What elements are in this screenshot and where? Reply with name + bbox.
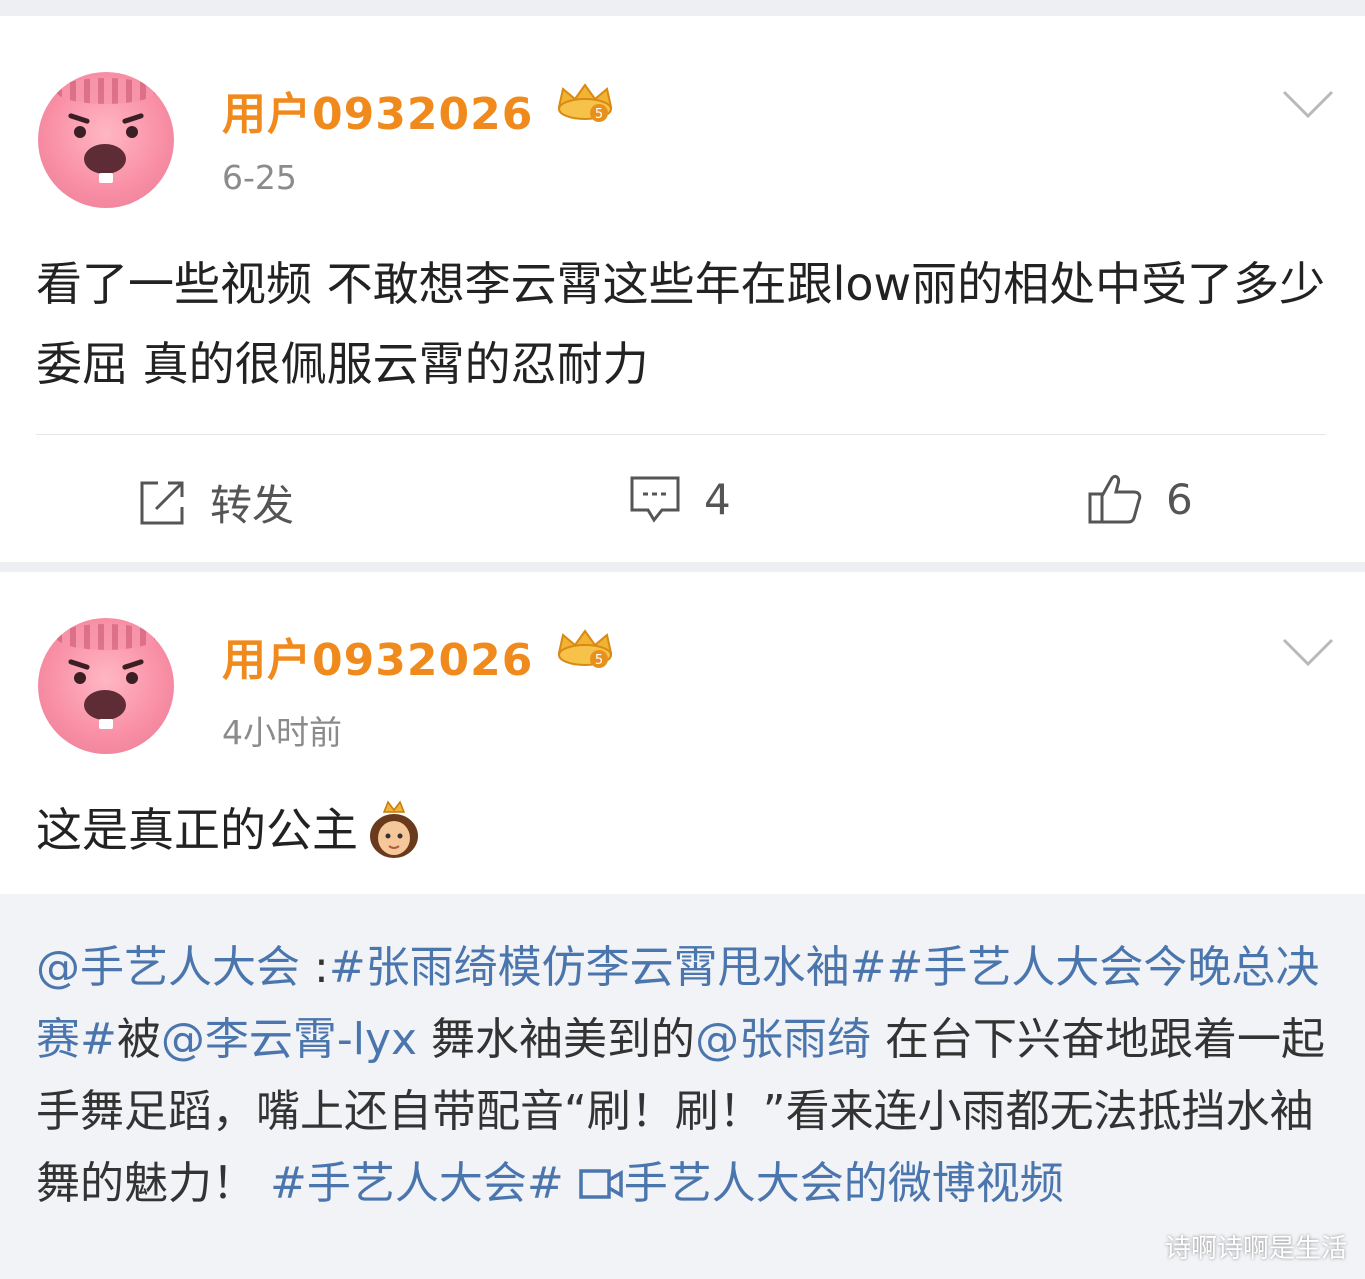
post-text: 看了一些视频 不敢想李云霄这些年在跟low丽的相处中受了多少委屈 真的很佩服云霄…	[36, 257, 1326, 391]
post-card: 用户0932026 5 6-25 看了一些视频 不敢想李云霄这些年在跟low丽的…	[0, 16, 1365, 562]
username[interactable]: 用户0932026	[222, 624, 533, 688]
like-count: 6	[1166, 474, 1193, 524]
crown-badge-icon[interactable]: 5	[553, 79, 617, 125]
divider	[36, 434, 1326, 435]
like-button[interactable]: 6	[1086, 470, 1193, 528]
hashtag-link[interactable]: #张雨绮模仿李云霄甩水袖#	[329, 942, 887, 993]
comment-count: 4	[704, 474, 731, 524]
avatar[interactable]	[38, 618, 174, 754]
post-text: 这是真正的公主	[36, 803, 358, 857]
thumbs-up-icon	[1088, 474, 1142, 524]
username[interactable]: 用户0932026	[222, 78, 533, 142]
repost-label: 转发	[210, 481, 295, 530]
repost-separator: :	[300, 942, 329, 993]
comment-icon	[630, 476, 680, 523]
hashtag-link[interactable]: #手艺人大会#	[270, 1158, 564, 1209]
watermark: 诗啊诗啊是生活	[1164, 1234, 1347, 1264]
repost-text: @手艺人大会 :#张雨绮模仿李云霄甩水袖##手艺人大会今晚总决赛#被@李云霄-l…	[36, 932, 1336, 1220]
repost-text-segment: 被	[116, 1014, 161, 1065]
avatar[interactable]	[38, 72, 174, 208]
mention-link[interactable]: @李云霄-lyx	[161, 1014, 417, 1065]
post-card: 用户0932026 5 4小时前 这是真正的公主 @手艺人大会 :#张雨绮模仿李…	[0, 572, 1365, 1279]
video-link-label: 手艺人大会的微博视频	[623, 1158, 1064, 1209]
repost-text-segment: 舞水袖美到的	[417, 1014, 696, 1065]
svg-text:5: 5	[595, 107, 603, 122]
post-time: 6-25	[222, 158, 297, 197]
post-text-row: 这是真正的公主	[36, 790, 1326, 870]
video-link[interactable]: 手艺人大会的微博视频	[578, 1158, 1064, 1209]
princess-emoji-icon	[370, 800, 418, 858]
chevron-down-icon[interactable]	[1282, 638, 1334, 668]
repost-icon	[140, 481, 184, 524]
repost-button[interactable]: 转发	[136, 472, 294, 533]
video-camera-icon	[578, 1169, 623, 1199]
crown-badge-icon[interactable]: 5	[553, 625, 617, 671]
mention-link[interactable]: @张雨绮	[695, 1014, 871, 1065]
comment-button[interactable]: 4	[628, 472, 731, 526]
chevron-down-icon[interactable]	[1282, 90, 1334, 120]
repost-box[interactable]: @手艺人大会 :#张雨绮模仿李云霄甩水袖##手艺人大会今晚总决赛#被@李云霄-l…	[0, 894, 1365, 1279]
mention-author-link[interactable]: @手艺人大会	[36, 942, 300, 993]
post-time: 4小时前	[222, 713, 342, 752]
svg-text:5: 5	[595, 653, 603, 668]
